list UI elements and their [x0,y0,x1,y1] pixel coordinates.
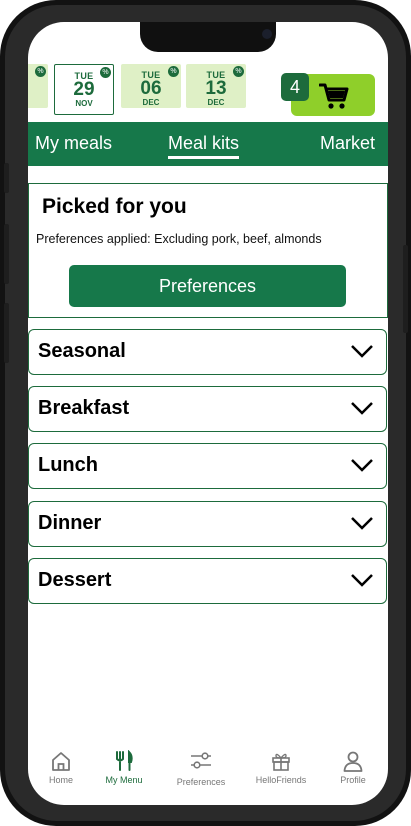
tab-meal-kits[interactable]: Meal kits [168,133,240,159]
picked-title: Picked for you [42,195,187,218]
volume-down-button [4,303,9,363]
menu-tabs: My meals Meal kits Market [28,122,388,166]
category-label: Dinner [38,512,102,534]
home-icon [52,752,70,771]
discount-icon: % [233,66,244,77]
front-camera [262,29,272,39]
category-dessert[interactable]: Dessert [28,558,387,604]
date-month: NOV [75,99,93,108]
tab-market[interactable]: Market [320,133,375,154]
phone-frame: % % TUE 29 NOV % TUE 06 DEC % TUE 13 DEC… [0,0,411,826]
date-month: DEC [142,98,160,107]
category-label: Dessert [38,569,112,591]
discount-icon: % [35,66,46,77]
cart-count-badge: 4 [281,73,309,101]
discount-icon: % [100,67,111,78]
cart-button[interactable]: 4 [281,73,375,116]
sliders-icon [191,752,211,769]
nav-home[interactable]: Home [46,750,76,785]
power-button [403,245,408,333]
discount-icon: % [168,66,179,77]
picked-for-you-card: Picked for you Preferences applied: Excl… [28,183,388,318]
cart-icon [319,83,349,109]
category-label: Lunch [38,454,98,476]
date-month: DEC [207,98,225,107]
date-number: 06 [140,78,162,99]
date-card-nov-29[interactable]: % TUE 29 NOV [54,64,114,115]
app-screen: % % TUE 29 NOV % TUE 06 DEC % TUE 13 DEC… [28,22,388,805]
volume-up-button [4,224,9,284]
date-number: 13 [205,78,227,99]
category-label: Seasonal [38,340,126,362]
fork-knife-icon [116,750,133,771]
date-card-dec-13[interactable]: % TUE 13 DEC [186,64,246,108]
silent-switch [4,163,9,193]
preferences-button[interactable]: Preferences [69,265,346,307]
nav-my-menu[interactable]: My Menu [104,750,144,785]
chevron-down-icon [351,517,373,530]
nav-preferences[interactable]: Preferences [169,750,233,787]
tab-my-meals[interactable]: My meals [35,133,112,154]
category-seasonal[interactable]: Seasonal [28,329,387,375]
bottom-nav: Home My Menu Preferences HelloFriends Pr… [28,750,388,805]
person-icon [343,751,363,772]
category-label: Breakfast [38,397,130,419]
date-card-dec-06[interactable]: % TUE 06 DEC [121,64,181,108]
nav-hellofriends[interactable]: HelloFriends [251,750,311,785]
category-lunch[interactable]: Lunch [28,443,387,489]
category-dinner[interactable]: Dinner [28,501,387,547]
category-breakfast[interactable]: Breakfast [28,386,387,432]
chevron-down-icon [351,574,373,587]
chevron-down-icon [351,402,373,415]
date-number: 29 [73,79,95,100]
notch [140,22,276,52]
date-card-partial[interactable]: % [28,64,48,108]
nav-profile[interactable]: Profile [338,750,368,785]
chevron-down-icon [351,345,373,358]
preferences-summary: Preferences applied: Excluding pork, bee… [36,232,322,246]
gift-icon [272,753,290,771]
chevron-down-icon [351,459,373,472]
